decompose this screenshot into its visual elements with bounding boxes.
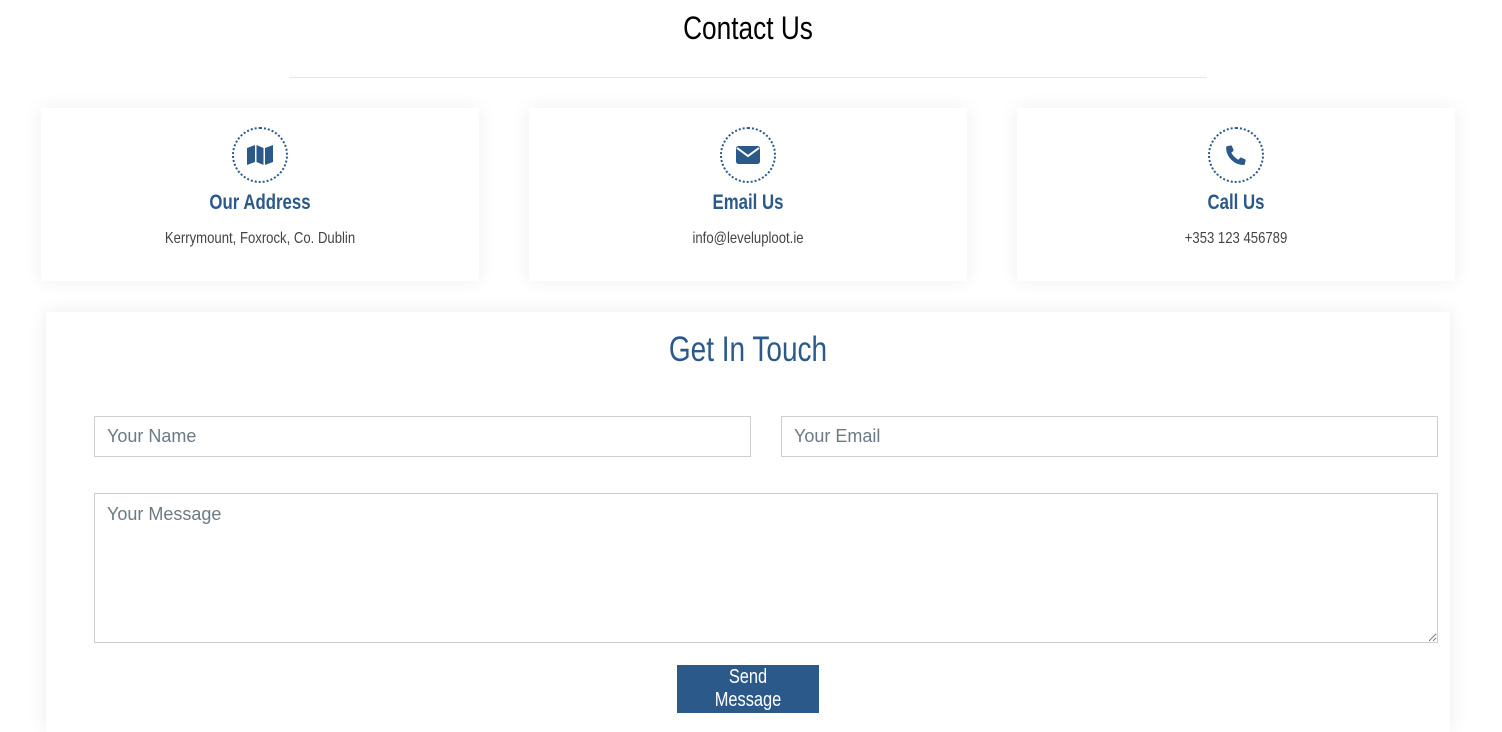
send-message-label: Send Message	[714, 666, 782, 711]
map-icon	[232, 127, 288, 183]
phone-text: +353 123 456789	[1184, 230, 1288, 247]
address-heading: Our Address	[209, 191, 311, 214]
phone-icon	[1208, 127, 1264, 183]
email-heading: Email Us	[712, 191, 784, 214]
phone-heading: Call Us	[1207, 191, 1265, 214]
contact-form-panel: Get In Touch Send Message	[46, 312, 1450, 732]
page-title: Contact Us	[683, 10, 813, 46]
email-input[interactable]	[781, 416, 1438, 457]
email-card: Email Us info@leveluploot.ie	[529, 108, 967, 281]
address-card: Our Address Kerrymount, Foxrock, Co. Dub…	[41, 108, 479, 281]
name-input[interactable]	[94, 416, 751, 457]
phone-card: Call Us +353 123 456789	[1017, 108, 1455, 281]
send-message-button[interactable]: Send Message	[677, 665, 819, 713]
email-text: info@leveluploot.ie	[692, 230, 804, 247]
form-heading: Get In Touch	[668, 330, 828, 369]
message-textarea[interactable]	[94, 493, 1438, 643]
address-text: Kerrymount, Foxrock, Co. Dublin	[164, 230, 356, 247]
title-divider	[289, 77, 1207, 78]
envelope-icon	[720, 127, 776, 183]
